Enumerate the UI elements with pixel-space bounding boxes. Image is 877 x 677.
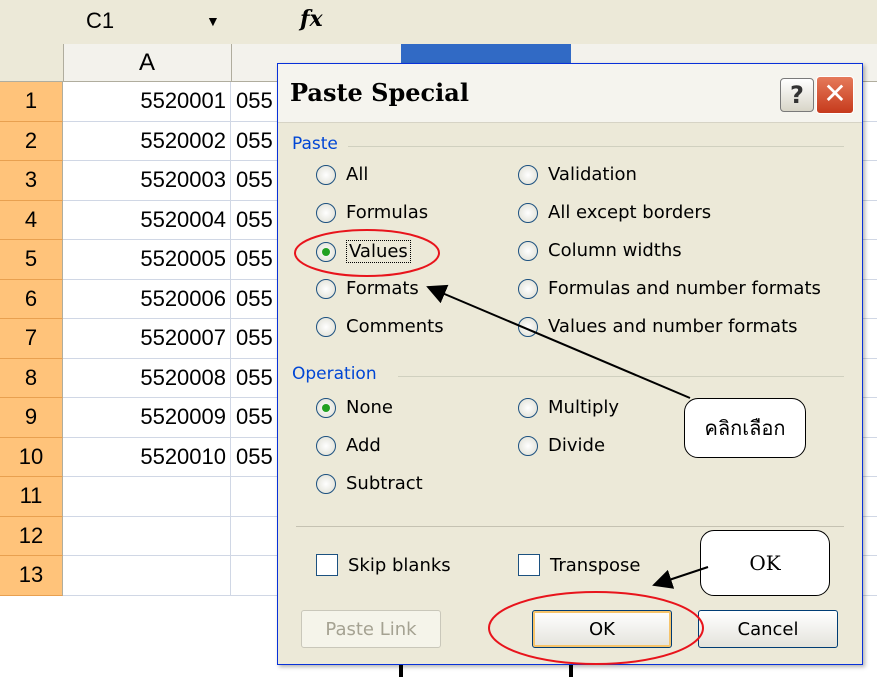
radio-label: Values bbox=[346, 240, 411, 263]
paste-group-label: Paste bbox=[292, 134, 338, 154]
radio-label: Formats bbox=[346, 278, 419, 299]
radio-button[interactable] bbox=[518, 240, 538, 261]
cancel-button[interactable]: Cancel bbox=[698, 610, 838, 648]
close-button[interactable]: ✕ bbox=[816, 76, 854, 114]
row-header[interactable]: 6 bbox=[0, 279, 63, 319]
radio-button[interactable] bbox=[518, 278, 538, 299]
radio-button[interactable] bbox=[316, 435, 336, 456]
transpose-label: Transpose bbox=[550, 554, 641, 576]
radio-validation[interactable]: Validation bbox=[518, 164, 637, 185]
cell-a[interactable]: 5520001 bbox=[63, 82, 231, 121]
radio-label: All bbox=[346, 164, 369, 185]
radio-none[interactable]: None bbox=[316, 397, 393, 418]
skip-blanks-checkbox[interactable]: Skip blanks bbox=[316, 554, 451, 576]
cell-a[interactable] bbox=[63, 556, 231, 595]
row-header[interactable]: 12 bbox=[0, 516, 63, 556]
radio-values-and-number-formats[interactable]: Values and number formats bbox=[518, 316, 798, 337]
cell-a[interactable]: 5520007 bbox=[63, 319, 231, 358]
help-button[interactable]: ? bbox=[780, 78, 814, 112]
name-box[interactable]: C1 ▼ bbox=[80, 4, 230, 38]
cell-a[interactable]: 5520005 bbox=[63, 240, 231, 279]
radio-label: Formulas and number formats bbox=[548, 278, 821, 299]
cell-a[interactable]: 5520006 bbox=[63, 279, 231, 318]
radio-button[interactable] bbox=[316, 278, 336, 299]
row-header[interactable]: 8 bbox=[0, 358, 63, 398]
formula-bar: C1 ▼ fx bbox=[0, 0, 877, 45]
radio-all[interactable]: All bbox=[316, 164, 368, 185]
radio-formulas[interactable]: Formulas bbox=[316, 202, 428, 223]
ok-button[interactable]: OK bbox=[532, 610, 672, 648]
cell-a[interactable]: 5520003 bbox=[63, 161, 231, 200]
radio-label: Validation bbox=[548, 164, 637, 185]
radio-all-except-borders[interactable]: All except borders bbox=[518, 202, 711, 223]
dialog-titlebar[interactable]: Paste Special ? ✕ bbox=[278, 64, 862, 123]
radio-button[interactable] bbox=[316, 473, 336, 494]
cell-a[interactable] bbox=[63, 477, 231, 516]
skip-blanks-box[interactable] bbox=[316, 554, 338, 576]
radio-button[interactable] bbox=[316, 164, 336, 185]
ok-callout: OK bbox=[700, 530, 830, 596]
radio-button[interactable] bbox=[518, 397, 538, 418]
chevron-down-icon[interactable]: ▼ bbox=[206, 4, 220, 38]
dialog-title: Paste Special bbox=[290, 78, 469, 107]
operation-group-line bbox=[398, 376, 844, 377]
radio-button[interactable] bbox=[316, 202, 336, 223]
radio-label: Multiply bbox=[548, 397, 620, 418]
radio-divide[interactable]: Divide bbox=[518, 435, 605, 456]
radio-label: All except borders bbox=[548, 202, 712, 223]
radio-multiply[interactable]: Multiply bbox=[518, 397, 619, 418]
radio-column-widths[interactable]: Column widths bbox=[518, 240, 682, 261]
radio-label: None bbox=[346, 397, 393, 418]
radio-label: Comments bbox=[346, 316, 444, 337]
cell-a[interactable]: 5520009 bbox=[63, 398, 231, 437]
radio-formulas-and-number-formats[interactable]: Formulas and number formats bbox=[518, 278, 821, 299]
paste-group-line bbox=[348, 146, 844, 147]
radio-subtract[interactable]: Subtract bbox=[316, 473, 423, 494]
skip-blanks-label: Skip blanks bbox=[348, 554, 451, 576]
column-header-a[interactable]: A bbox=[63, 44, 232, 81]
radio-button[interactable] bbox=[316, 397, 336, 418]
radio-button[interactable] bbox=[518, 164, 538, 185]
radio-button[interactable] bbox=[518, 202, 538, 223]
radio-label: Divide bbox=[548, 435, 606, 456]
radio-button[interactable] bbox=[518, 435, 538, 456]
row-header[interactable]: 13 bbox=[0, 556, 63, 596]
cell-a[interactable]: 5520010 bbox=[63, 437, 231, 476]
radio-add[interactable]: Add bbox=[316, 435, 381, 456]
radio-formats[interactable]: Formats bbox=[316, 278, 419, 299]
radio-label: Values and number formats bbox=[548, 316, 798, 337]
radio-button[interactable] bbox=[316, 316, 336, 337]
cell-a[interactable]: 5520004 bbox=[63, 200, 231, 239]
row-header[interactable]: 1 bbox=[0, 82, 63, 122]
radio-label: Column widths bbox=[548, 240, 682, 261]
radio-label: Add bbox=[346, 435, 381, 456]
cell-reference: C1 bbox=[86, 8, 115, 33]
row-header[interactable]: 11 bbox=[0, 477, 63, 517]
cell-a[interactable] bbox=[63, 516, 231, 555]
row-header[interactable]: 5 bbox=[0, 240, 63, 280]
row-header[interactable]: 4 bbox=[0, 200, 63, 240]
dialog-separator bbox=[296, 526, 844, 527]
radio-comments[interactable]: Comments bbox=[316, 316, 444, 337]
cell-a[interactable]: 5520002 bbox=[63, 121, 231, 160]
function-icon[interactable]: fx bbox=[300, 6, 323, 32]
row-header[interactable]: 10 bbox=[0, 437, 63, 477]
paste-link-button: Paste Link bbox=[301, 610, 441, 648]
row-header[interactable]: 7 bbox=[0, 319, 63, 359]
radio-button[interactable] bbox=[518, 316, 538, 337]
transpose-checkbox[interactable]: Transpose bbox=[518, 554, 640, 576]
row-header[interactable]: 9 bbox=[0, 398, 63, 438]
transpose-box[interactable] bbox=[518, 554, 540, 576]
radio-values[interactable]: Values bbox=[316, 240, 411, 263]
row-header[interactable]: 3 bbox=[0, 161, 63, 201]
row-header[interactable]: 2 bbox=[0, 121, 63, 161]
radio-label: Formulas bbox=[346, 202, 429, 223]
radio-button[interactable] bbox=[316, 241, 336, 262]
select-all-corner[interactable] bbox=[0, 44, 64, 81]
click-select-callout: คลิกเลือก bbox=[684, 398, 806, 458]
radio-label: Subtract bbox=[346, 473, 423, 494]
operation-group-label: Operation bbox=[292, 364, 377, 384]
cell-a[interactable]: 5520008 bbox=[63, 358, 231, 397]
